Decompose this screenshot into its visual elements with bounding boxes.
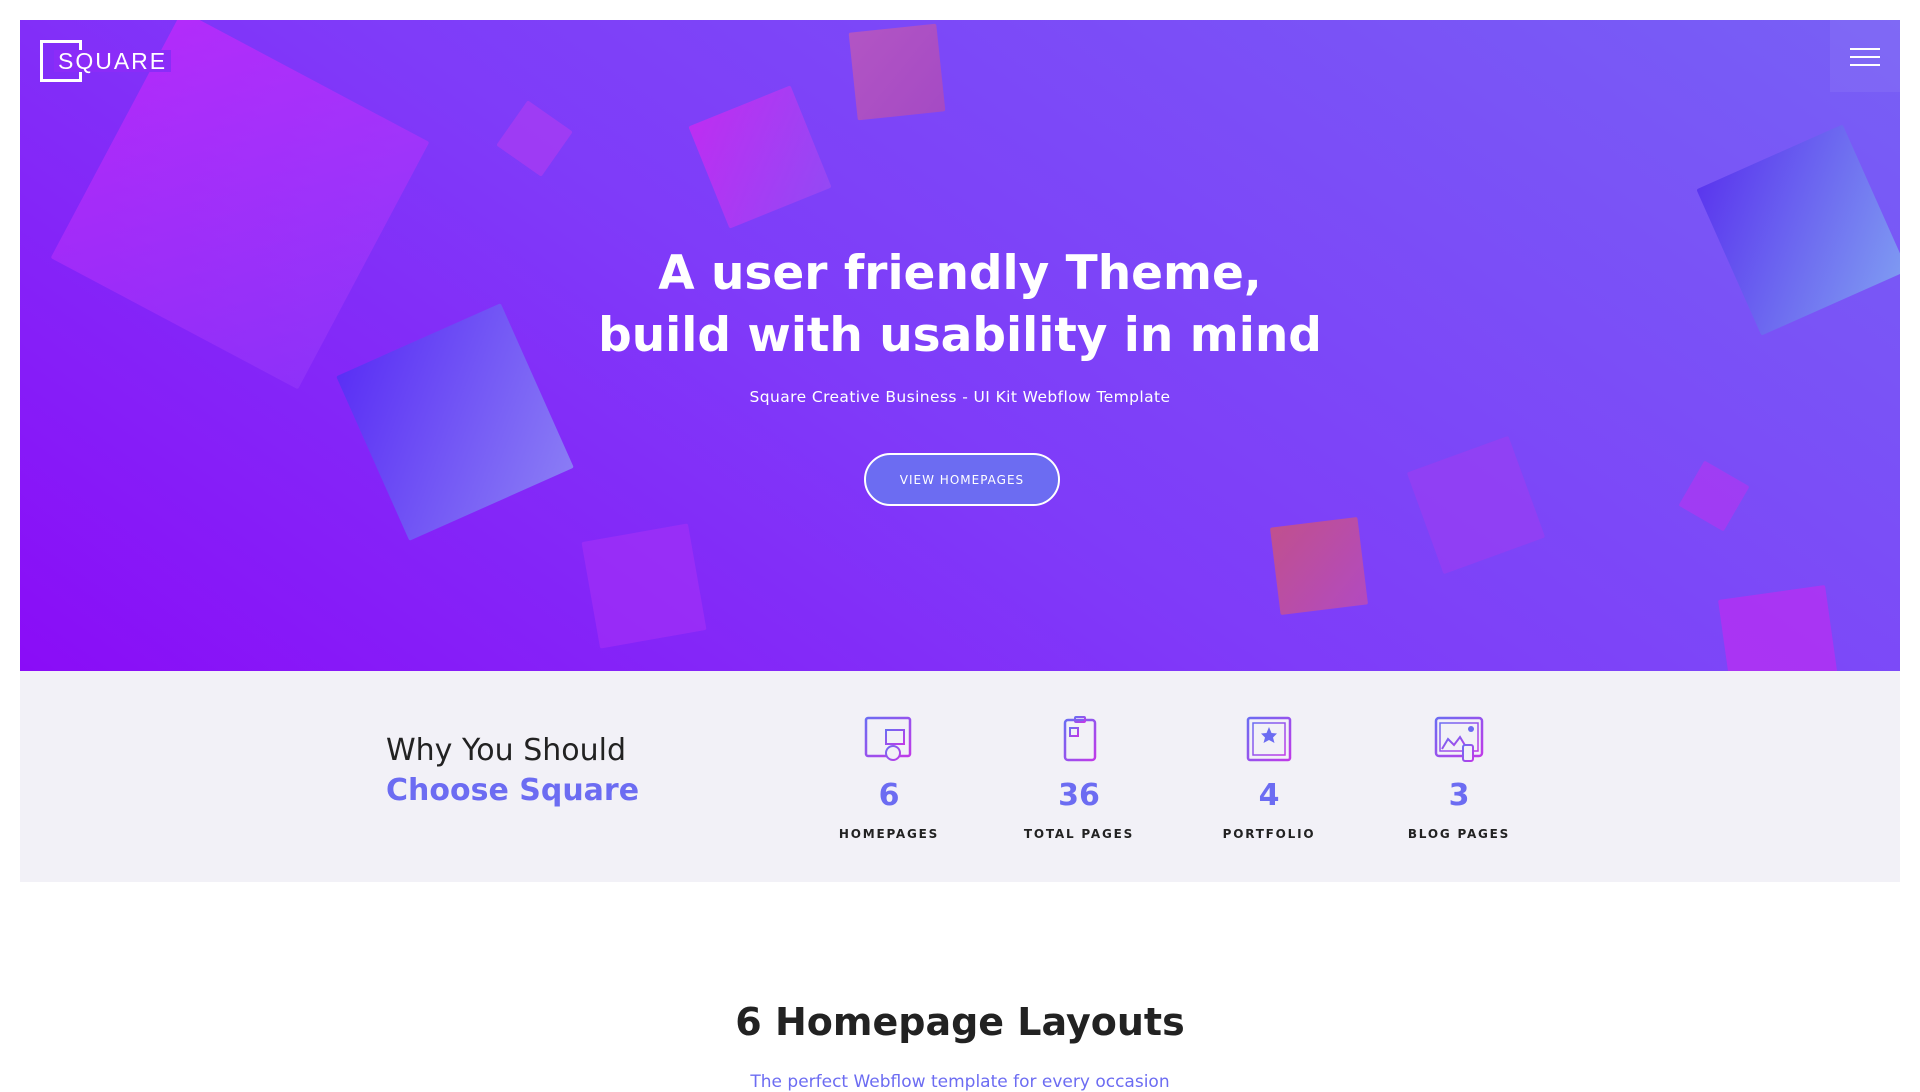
stat-label: HOMEPAGES	[838, 827, 940, 841]
hero-title-line2: build with usability in mind	[598, 308, 1322, 363]
stat-label: TOTAL PAGES	[1023, 827, 1135, 841]
decorative-square	[1678, 460, 1750, 532]
decorative-square	[496, 100, 573, 177]
stat-number: 6	[878, 778, 900, 813]
hero-title: A user friendly Theme, build with usabil…	[20, 243, 1900, 367]
view-homepages-button[interactable]: VIEW HOMEPAGES	[864, 453, 1060, 506]
hero-section: SQUARE A user friendly Theme, build with…	[20, 20, 1900, 671]
document-page-icon	[1063, 716, 1097, 762]
stat-number: 36	[1058, 778, 1100, 813]
why-heading: Why You Should Choose Square	[386, 731, 639, 811]
star-frame-icon	[1246, 716, 1292, 762]
logo[interactable]: SQUARE	[40, 40, 182, 86]
menu-line-icon	[1850, 56, 1880, 58]
decorative-square	[1718, 585, 1840, 671]
stat-portfolio: 4 PORTFOLIO	[1194, 715, 1344, 841]
image-gallery-icon	[1434, 716, 1484, 762]
decorative-square	[581, 523, 707, 649]
page: SQUARE A user friendly Theme, build with…	[20, 20, 1900, 1092]
logo-text: SQUARE	[54, 50, 172, 73]
layouts-title: 6 Homepage Layouts	[735, 1000, 1185, 1044]
browser-layout-icon	[864, 716, 912, 761]
decorative-square	[688, 85, 832, 229]
stat-label: PORTFOLIO	[1222, 827, 1316, 841]
menu-line-icon	[1850, 48, 1880, 50]
hero-subtitle: Square Creative Business - UI Kit Webflo…	[749, 388, 1171, 406]
decorative-square	[848, 23, 946, 121]
stat-homepages: 6 HOMEPAGES	[814, 715, 964, 841]
layouts-subtitle: The perfect Webflow template for every o…	[750, 1072, 1170, 1092]
stats-section: Why You Should Choose Square 6 HOMEPAGES	[20, 671, 1900, 882]
stat-number: 4	[1258, 778, 1280, 813]
decorative-square	[1269, 516, 1369, 616]
stat-total-pages: 36 TOTAL PAGES	[1004, 715, 1154, 841]
stat-blog-pages: 3 BLOG PAGES	[1384, 715, 1534, 841]
why-line2: Choose Square	[386, 773, 640, 808]
decorative-square	[1406, 435, 1546, 575]
stat-label: BLOG PAGES	[1407, 827, 1511, 841]
why-line1: Why You Should	[386, 733, 627, 768]
menu-line-icon	[1850, 64, 1880, 66]
hero-title-line1: A user friendly Theme,	[658, 246, 1262, 301]
stat-number: 3	[1448, 778, 1470, 813]
hamburger-menu-button[interactable]	[1830, 20, 1900, 92]
